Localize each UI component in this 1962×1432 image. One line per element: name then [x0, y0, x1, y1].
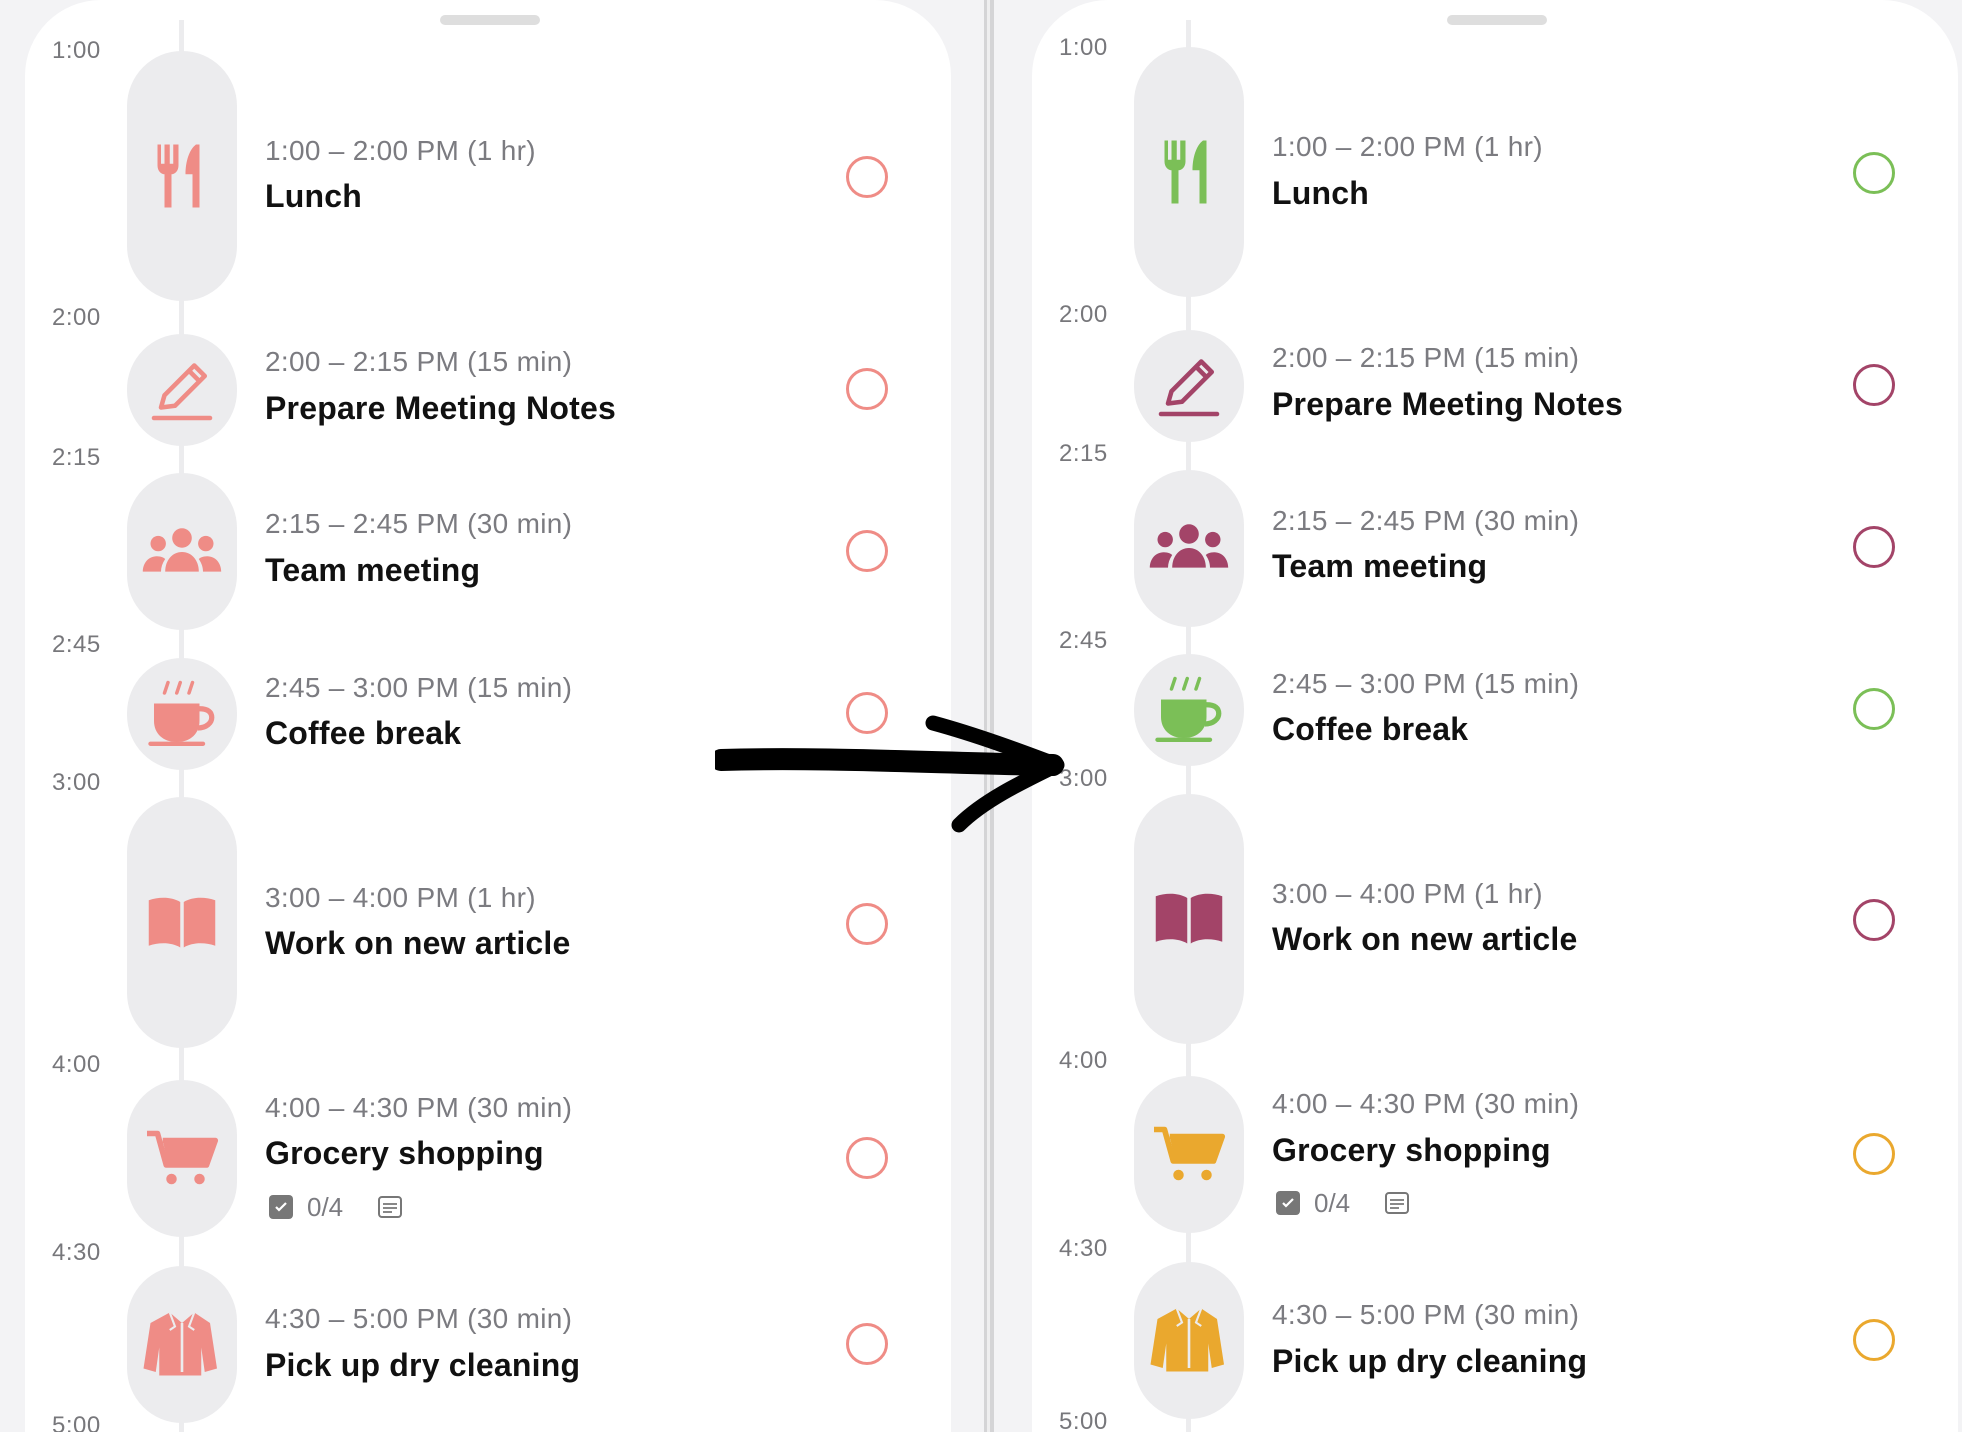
complete-task-checkbox[interactable] [846, 1323, 888, 1366]
jacket-icon [1147, 1298, 1231, 1382]
task-time: 4:00 – 4:30 PM (30 min) [1272, 1088, 1580, 1120]
task-icon-pill[interactable] [127, 1079, 237, 1237]
time-label: 4:00 [52, 1051, 101, 1079]
task-title[interactable]: Coffee break [1272, 711, 1468, 748]
task-title[interactable]: Team meeting [1272, 548, 1487, 585]
task-icon-pill[interactable] [127, 1265, 237, 1423]
task-title[interactable]: Grocery shopping [265, 1135, 544, 1172]
notes-icon [1384, 1191, 1410, 1215]
task-time: 2:15 – 2:45 PM (30 min) [1272, 504, 1580, 536]
complete-task-checkbox[interactable] [1853, 363, 1895, 406]
task-icon-pill[interactable] [127, 658, 237, 770]
task-title[interactable]: Coffee break [265, 715, 461, 752]
task-icon-pill[interactable] [1134, 469, 1244, 627]
cart-icon [1147, 1112, 1231, 1196]
time-label: 2:00 [1059, 300, 1108, 328]
task-time: 4:30 – 5:00 PM (30 min) [1272, 1299, 1580, 1331]
time-label: 5:00 [52, 1412, 101, 1432]
time-label: 2:00 [52, 304, 101, 332]
complete-task-checkbox[interactable] [1853, 687, 1895, 730]
complete-task-checkbox[interactable] [1853, 525, 1895, 568]
book-icon [1147, 877, 1231, 961]
drag-handle[interactable] [440, 15, 540, 25]
task-icon-pill[interactable] [127, 797, 237, 1049]
time-label: 3:00 [52, 769, 101, 796]
complete-task-checkbox[interactable] [846, 1137, 888, 1180]
complete-task-checkbox[interactable] [1853, 1133, 1895, 1176]
jacket-icon [140, 1302, 224, 1386]
time-label: 2:45 [52, 631, 101, 659]
pencil-icon [1147, 344, 1231, 428]
task-icon-pill[interactable] [127, 334, 237, 446]
subtask-progress[interactable]: 0/4 [269, 1192, 403, 1223]
hand-drawn-arrow-icon [715, 715, 1065, 833]
task-icon-pill[interactable] [1134, 1262, 1244, 1419]
time-label: 4:30 [1059, 1234, 1108, 1262]
checklist-icon [269, 1195, 293, 1220]
task-time: 2:45 – 3:00 PM (15 min) [265, 671, 573, 703]
subtask-progress[interactable]: 0/4 [1276, 1188, 1410, 1219]
coffee-cup-icon [140, 672, 224, 756]
complete-task-checkbox[interactable] [846, 529, 888, 572]
task-title[interactable]: Pick up dry cleaning [265, 1347, 580, 1384]
time-label: 2:45 [1059, 627, 1108, 655]
task-time: 4:30 – 5:00 PM (30 min) [265, 1303, 573, 1335]
checklist-icon [1276, 1191, 1300, 1216]
time-label: 5:00 [1059, 1408, 1108, 1432]
time-label: 2:15 [52, 443, 101, 471]
task-time: 3:00 – 4:00 PM (1 hr) [1272, 877, 1543, 909]
time-label: 2:15 [1059, 439, 1108, 467]
complete-task-checkbox[interactable] [846, 367, 888, 410]
task-time: 2:45 – 3:00 PM (15 min) [1272, 667, 1580, 699]
task-title[interactable]: Work on new article [265, 925, 571, 962]
schedule-panel-after: 1:00 2:00 2:15 2:45 3:00 4:00 4:30 5:00 1:00 – 2… [1032, 0, 1958, 1432]
task-time: 2:00 – 2:15 PM (15 min) [1272, 342, 1580, 374]
task-title[interactable]: Work on new article [1272, 921, 1578, 958]
group-icon [140, 510, 224, 594]
time-label: 4:30 [52, 1238, 101, 1266]
fork-knife-icon [1147, 130, 1231, 214]
complete-task-checkbox[interactable] [1853, 1319, 1895, 1362]
notes-icon [377, 1195, 403, 1219]
time-label: 1:00 [1059, 33, 1108, 61]
task-time: 1:00 – 2:00 PM (1 hr) [1272, 131, 1543, 163]
cart-icon [140, 1116, 224, 1200]
time-label: 4:00 [1059, 1047, 1108, 1075]
coffee-cup-icon [1147, 668, 1231, 752]
task-time: 2:15 – 2:45 PM (30 min) [265, 508, 573, 540]
task-time: 4:00 – 4:30 PM (30 min) [265, 1091, 573, 1123]
task-icon-pill[interactable] [1134, 654, 1244, 766]
subtask-count: 0/4 [1314, 1187, 1351, 1218]
time-label: 1:00 [52, 37, 101, 65]
task-title[interactable]: Prepare Meeting Notes [1272, 386, 1623, 423]
task-title[interactable]: Pick up dry cleaning [1272, 1343, 1587, 1380]
subtask-count: 0/4 [307, 1191, 344, 1222]
complete-task-checkbox[interactable] [1853, 152, 1895, 195]
fork-knife-icon [140, 134, 224, 218]
task-title[interactable]: Grocery shopping [1272, 1132, 1551, 1169]
drag-handle[interactable] [1447, 15, 1547, 25]
pencil-icon [140, 348, 224, 432]
group-icon [1147, 506, 1231, 590]
task-icon-pill[interactable] [1134, 46, 1244, 298]
task-icon-pill[interactable] [1134, 1075, 1244, 1233]
task-title[interactable]: Prepare Meeting Notes [265, 390, 616, 427]
task-time: 3:00 – 4:00 PM (1 hr) [265, 881, 536, 913]
book-icon [140, 881, 224, 965]
complete-task-checkbox[interactable] [846, 156, 888, 199]
task-time: 2:00 – 2:15 PM (15 min) [265, 346, 573, 378]
task-icon-pill[interactable] [127, 473, 237, 631]
task-icon-pill[interactable] [127, 50, 237, 302]
task-icon-pill[interactable] [1134, 793, 1244, 1045]
task-title[interactable]: Team meeting [265, 552, 480, 589]
task-time: 1:00 – 2:00 PM (1 hr) [265, 134, 536, 166]
complete-task-checkbox[interactable] [1853, 899, 1895, 942]
task-title[interactable]: Lunch [1272, 175, 1369, 212]
task-icon-pill[interactable] [1134, 330, 1244, 442]
complete-task-checkbox[interactable] [846, 903, 888, 946]
task-title[interactable]: Lunch [265, 178, 362, 215]
